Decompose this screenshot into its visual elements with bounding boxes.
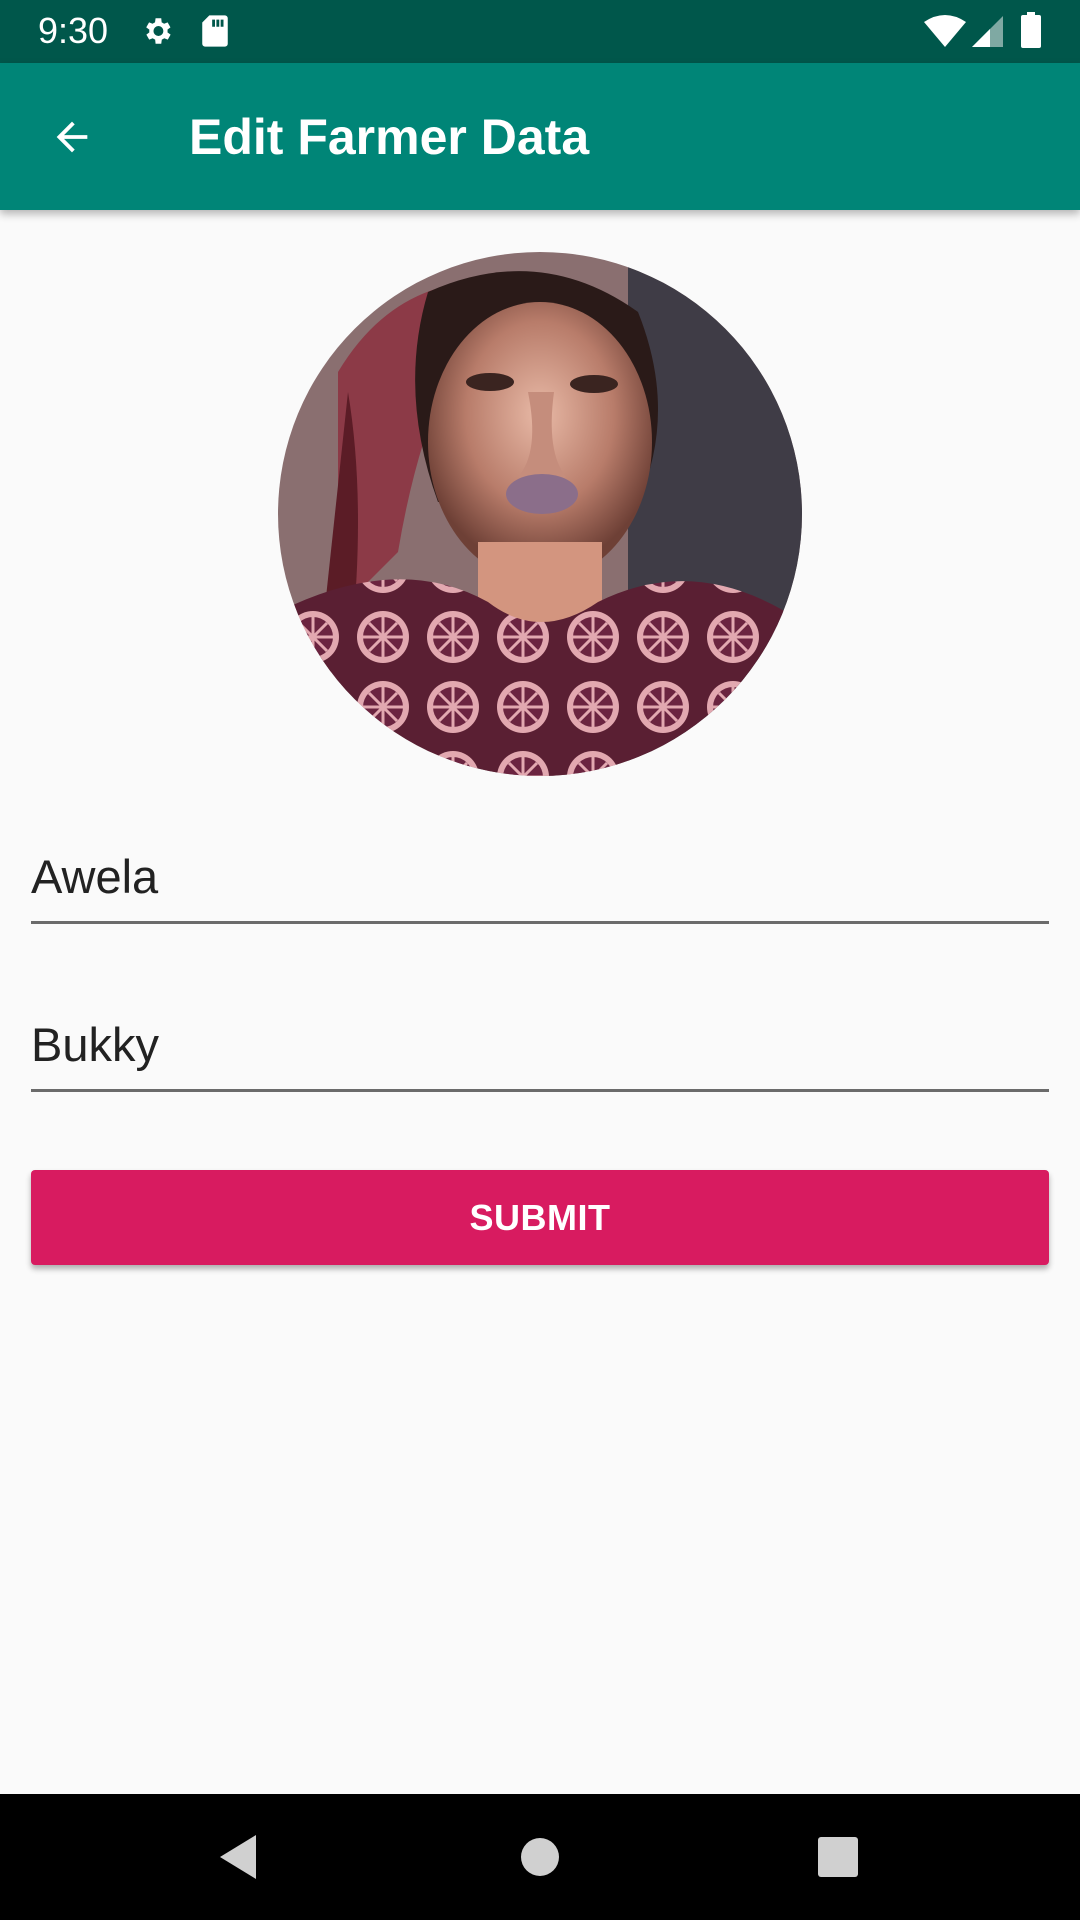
home-circle-icon[interactable] <box>510 1827 570 1887</box>
wifi-icon <box>923 14 967 53</box>
app-bar: Edit Farmer Data <box>0 63 1080 210</box>
back-triangle-icon[interactable] <box>210 1827 270 1887</box>
farmer-photo <box>278 252 802 776</box>
status-bar: 9:30 <box>0 0 1080 63</box>
battery-icon <box>1020 12 1042 53</box>
signal-icon <box>970 14 1004 53</box>
back-button[interactable] <box>36 103 108 175</box>
first-name-input[interactable] <box>31 844 1049 924</box>
gear-icon <box>140 14 174 53</box>
last-name-field[interactable] <box>31 996 1049 1092</box>
first-name-field[interactable] <box>31 828 1049 924</box>
arrow-back-icon <box>49 114 95 165</box>
submit-button[interactable]: SUBMIT <box>31 1170 1049 1265</box>
recents-square-icon[interactable] <box>808 1827 868 1887</box>
avatar[interactable] <box>278 252 802 776</box>
system-nav-bar <box>0 1794 1080 1920</box>
sd-card-icon <box>200 14 230 53</box>
status-time: 9:30 <box>38 10 109 51</box>
page-title: Edit Farmer Data <box>189 109 590 165</box>
last-name-input[interactable] <box>31 1012 1049 1092</box>
